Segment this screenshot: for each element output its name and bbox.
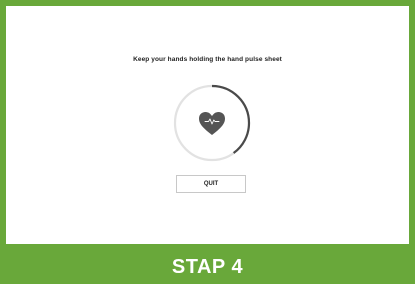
heart-pulse-icon: [199, 112, 225, 135]
green-frame: Keep your hands holding the hand pulse s…: [0, 0, 415, 284]
instruction-text: Keep your hands holding the hand pulse s…: [133, 56, 282, 63]
pulse-progress-ring: [172, 83, 252, 163]
progress-ring-svg: [173, 84, 251, 162]
device-screen: Keep your hands holding the hand pulse s…: [6, 6, 409, 244]
step-label: STAP 4: [171, 256, 244, 278]
quit-button[interactable]: QUIT: [176, 175, 246, 193]
